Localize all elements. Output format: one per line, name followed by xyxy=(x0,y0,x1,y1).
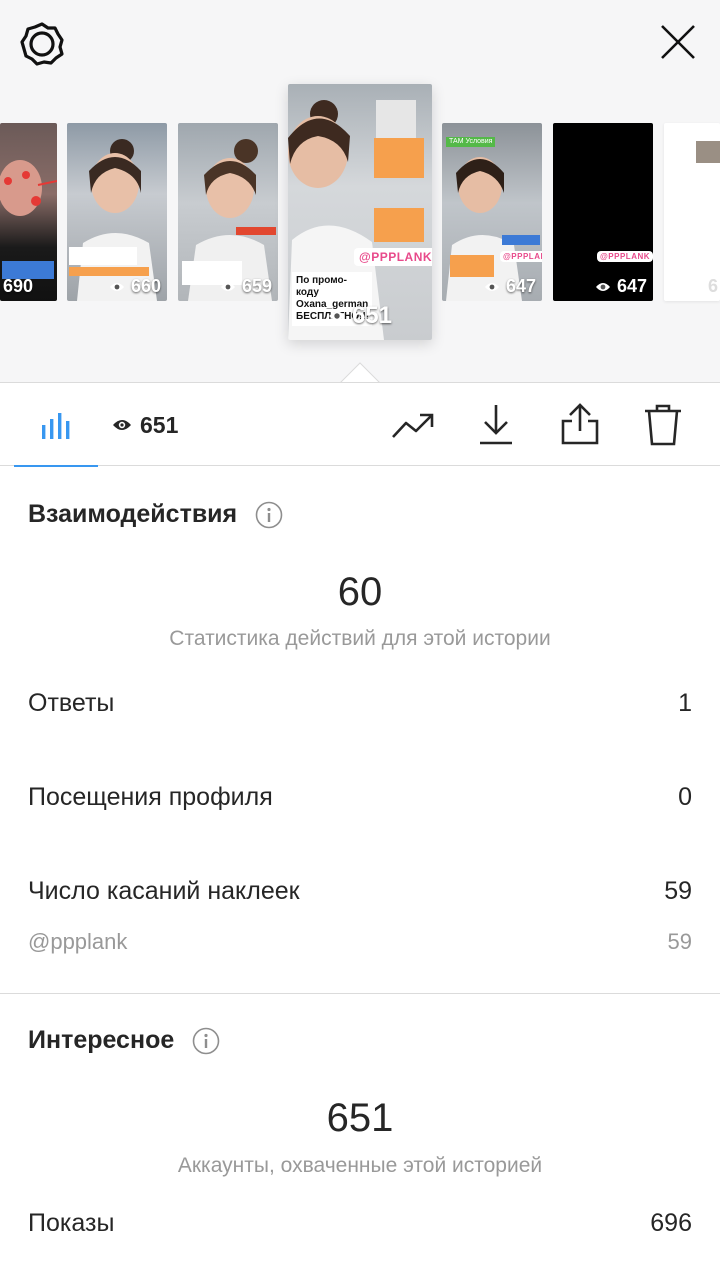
interactions-total: 60 xyxy=(337,570,383,614)
story-views-count: 660 xyxy=(130,276,161,296)
delete-button[interactable] xyxy=(639,401,687,449)
story-sticker xyxy=(502,235,540,245)
stat-label: Число касаний наклеек xyxy=(28,877,300,905)
stat-value: 696 xyxy=(650,1209,692,1237)
section-title-text: Взаимодействия xyxy=(28,500,238,528)
story-views: 651 xyxy=(328,302,392,330)
bar-chart-icon xyxy=(42,413,70,439)
stat-label: Ответы xyxy=(28,689,115,717)
stat-value: 0 xyxy=(678,783,692,811)
story-sticker xyxy=(450,255,494,277)
story-views-count: 690 xyxy=(2,276,33,296)
story-views: 647 xyxy=(484,276,536,297)
stat-value: 59 xyxy=(667,929,692,954)
story-sticker xyxy=(374,138,424,178)
share-icon xyxy=(561,403,599,445)
eye-icon xyxy=(484,282,499,291)
story-views-count: 647 xyxy=(505,276,536,296)
discovery-section-title: Интересное xyxy=(28,1026,220,1055)
stat-label: Показы xyxy=(28,1209,115,1237)
story-thumbnail[interactable]: @PPPLANK 647 xyxy=(553,123,653,301)
story-thumbnail[interactable]: 659 xyxy=(178,123,278,301)
section-title-text: Интересное xyxy=(28,1026,175,1054)
download-button[interactable] xyxy=(472,401,520,449)
download-icon xyxy=(480,405,512,445)
story-thumbnail[interactable]: 690 xyxy=(0,123,57,301)
interactions-section-title: Взаимодействия xyxy=(28,500,283,529)
tab-insights[interactable] xyxy=(14,383,98,467)
discovery-total: 651 xyxy=(326,1096,394,1140)
stat-row-profile-visits: Посещения профиля 0 xyxy=(28,783,692,812)
story-thumbnail-selected[interactable]: @PPPLANK По промо-коду Oxana_german БЕСП… xyxy=(288,84,432,340)
story-sticker xyxy=(69,267,149,276)
story-views-count: 651 xyxy=(351,302,392,329)
story-views-count: 6 xyxy=(708,276,719,296)
stat-value: 59 xyxy=(664,877,692,905)
story-views: 647 xyxy=(595,276,647,297)
stat-row-impressions: Показы 696 xyxy=(28,1209,692,1238)
brand-sticker: @PPPLANK xyxy=(597,251,653,262)
story-views: 660 xyxy=(109,276,161,297)
trash-icon xyxy=(645,404,681,446)
eye-icon xyxy=(329,311,345,321)
stat-row-sticker-taps: Число касаний наклеек 59 xyxy=(28,877,692,906)
info-icon[interactable] xyxy=(255,501,283,529)
story-thumbnail[interactable]: ТАМ Условия @PPPLANK 647 xyxy=(442,123,542,301)
interactions-subtitle: Статистика действий для этой истории xyxy=(169,627,551,650)
tab-underline xyxy=(14,465,98,467)
story-tag: ТАМ Условия xyxy=(446,137,496,147)
story-sticker xyxy=(374,208,424,242)
person-image xyxy=(0,160,57,216)
stat-label: @ppplank xyxy=(28,929,128,954)
story-thumbnails: 690 660 659 @PPPLANK По промо-коду Oxana… xyxy=(0,0,720,382)
story-thumbnail[interactable]: 6 xyxy=(664,123,720,301)
story-views: 690 xyxy=(3,276,33,297)
story-views: 659 xyxy=(220,276,272,297)
eye-icon xyxy=(595,282,610,291)
story-thumbnail[interactable]: 660 xyxy=(67,123,167,301)
eye-icon xyxy=(113,420,131,430)
section-divider xyxy=(0,993,720,994)
eye-icon xyxy=(109,282,124,291)
discovery-subtitle: Аккаунты, охваченные этой историей xyxy=(177,1154,543,1177)
selection-pointer xyxy=(340,362,380,383)
promote-button[interactable] xyxy=(389,401,437,449)
brand-sticker: @PPPLANK xyxy=(500,251,542,262)
stat-row-sticker-mention: @ppplank 59 xyxy=(28,929,692,955)
insights-toolbar: 651 xyxy=(0,382,720,467)
story-views-count: 659 xyxy=(241,276,272,296)
tab-viewers[interactable]: 651 xyxy=(112,409,178,441)
story-sticker xyxy=(236,227,276,235)
story-views-count: 647 xyxy=(616,276,647,296)
trending-icon xyxy=(392,413,434,438)
info-icon[interactable] xyxy=(192,1027,220,1055)
share-button[interactable] xyxy=(556,401,604,449)
brand-sticker: @PPPLANK xyxy=(354,248,432,266)
story-sticker xyxy=(69,247,137,265)
stat-label: Посещения профиля xyxy=(28,783,273,811)
stat-row-replies: Ответы 1 xyxy=(28,689,692,718)
story-views: 6 xyxy=(708,276,718,297)
views-count: 651 xyxy=(140,411,179,438)
stat-value: 1 xyxy=(678,689,692,717)
story-image xyxy=(696,141,720,163)
eye-icon xyxy=(220,282,235,291)
